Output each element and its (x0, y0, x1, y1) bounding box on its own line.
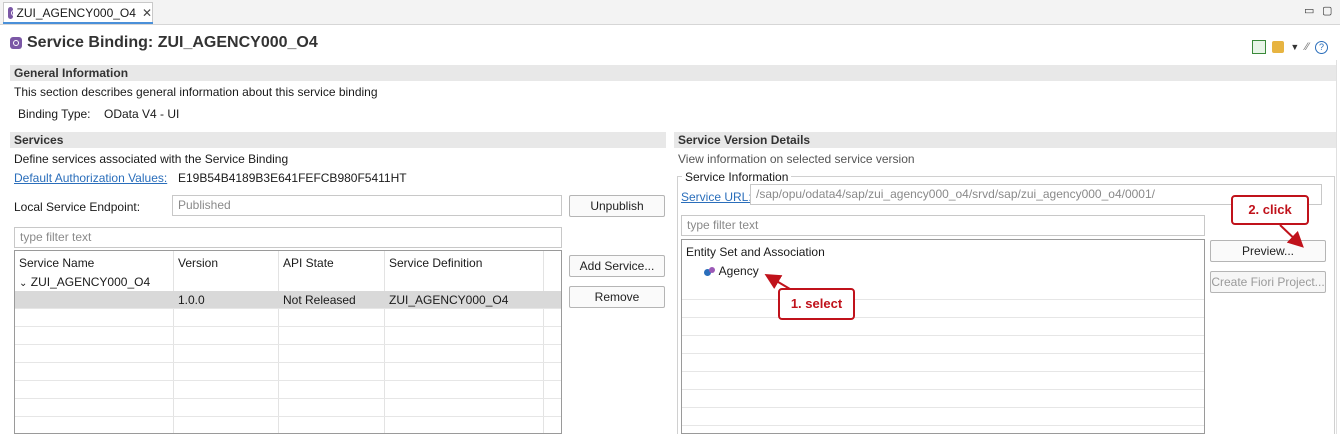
annotation-arrows (764, 224, 1304, 290)
arrow-to-agency (764, 273, 791, 290)
arrow-to-preview (1279, 224, 1304, 248)
